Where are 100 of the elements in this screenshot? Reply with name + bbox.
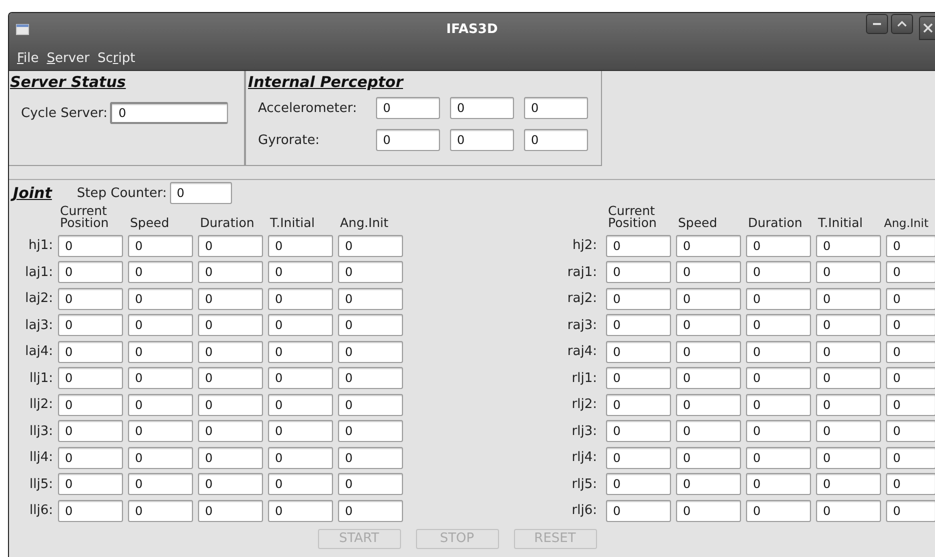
input-field[interactable]: 0 <box>676 261 741 283</box>
input-field[interactable]: 0 <box>886 314 935 336</box>
input-field[interactable]: 0 <box>198 446 263 468</box>
input-field[interactable]: 0 <box>886 394 935 416</box>
input-field[interactable]: 0 <box>746 500 811 522</box>
input-field[interactable]: 0 <box>128 261 193 283</box>
input-field[interactable]: 0 <box>338 446 403 468</box>
input-field[interactable]: 0 <box>128 394 193 416</box>
input-field[interactable]: 0 <box>198 394 263 416</box>
input-field[interactable]: 0 <box>886 261 935 283</box>
input-field[interactable]: 0 <box>606 394 671 416</box>
input-field[interactable]: 0 <box>170 182 232 204</box>
input-field[interactable]: 0 <box>816 261 881 283</box>
input-field[interactable]: 0 <box>268 420 333 442</box>
input-field[interactable]: 0 <box>338 473 403 495</box>
input-field[interactable]: 0 <box>606 288 671 310</box>
input-field[interactable]: 0 <box>676 314 741 336</box>
input-field[interactable]: 0 <box>376 97 440 119</box>
input-field[interactable]: 0 <box>816 340 881 362</box>
input-field[interactable]: 0 <box>198 288 263 310</box>
input-field[interactable]: 0 <box>450 97 514 119</box>
input-field[interactable]: 0 <box>268 340 333 362</box>
input-field[interactable]: 0 <box>886 420 935 442</box>
input-field[interactable]: 0 <box>268 314 333 336</box>
input-field[interactable]: 0 <box>58 500 123 522</box>
input-field[interactable]: 0 <box>676 500 741 522</box>
input-field[interactable]: 0 <box>676 288 741 310</box>
input-field[interactable]: 0 <box>816 500 881 522</box>
input-field[interactable]: 0 <box>58 473 123 495</box>
input-field[interactable]: 0 <box>606 261 671 283</box>
input-field[interactable]: 0 <box>128 288 193 310</box>
input-field[interactable]: 0 <box>268 261 333 283</box>
input-field[interactable]: 0 <box>268 446 333 468</box>
input-field[interactable]: 0 <box>524 129 588 151</box>
input-field[interactable]: 0 <box>606 367 671 389</box>
input-field[interactable]: 0 <box>268 500 333 522</box>
input-field[interactable]: 0 <box>606 234 671 256</box>
input-field[interactable]: 0 <box>338 367 403 389</box>
input-field[interactable]: 0 <box>376 129 440 151</box>
input-field[interactable]: 0 <box>606 473 671 495</box>
input-field[interactable]: 0 <box>746 234 811 256</box>
input-field[interactable]: 0 <box>886 340 935 362</box>
input-field[interactable]: 0 <box>816 367 881 389</box>
input-field[interactable]: 0 <box>676 446 741 468</box>
input-field[interactable]: 0 <box>746 288 811 310</box>
input-field[interactable]: 0 <box>676 367 741 389</box>
input-field[interactable]: 0 <box>338 394 403 416</box>
input-field[interactable]: 0 <box>198 261 263 283</box>
input-field[interactable]: 0 <box>58 234 123 256</box>
input-field[interactable]: 0 <box>128 446 193 468</box>
input-field[interactable]: 0 <box>886 367 935 389</box>
input-field[interactable]: 0 <box>268 367 333 389</box>
input-field[interactable]: 0 <box>746 420 811 442</box>
input-field[interactable]: 0 <box>268 234 333 256</box>
input-field[interactable]: 0 <box>128 473 193 495</box>
input-field[interactable]: 0 <box>746 473 811 495</box>
input-field[interactable]: 0 <box>338 314 403 336</box>
minimize-button[interactable] <box>866 14 888 34</box>
input-field[interactable]: 0 <box>816 394 881 416</box>
input-field[interactable]: 0 <box>338 288 403 310</box>
input-field[interactable]: 0 <box>606 446 671 468</box>
input-field[interactable]: 0 <box>338 261 403 283</box>
input-field[interactable]: 0 <box>886 473 935 495</box>
input-field[interactable]: 0 <box>198 420 263 442</box>
input-field[interactable]: 0 <box>746 314 811 336</box>
input-field[interactable]: 0 <box>450 129 514 151</box>
input-field[interactable]: 0 <box>110 102 228 124</box>
input-field[interactable]: 0 <box>198 340 263 362</box>
input-field[interactable]: 0 <box>746 446 811 468</box>
input-field[interactable]: 0 <box>816 234 881 256</box>
input-field[interactable]: 0 <box>128 340 193 362</box>
input-field[interactable]: 0 <box>58 314 123 336</box>
input-field[interactable]: 0 <box>58 446 123 468</box>
input-field[interactable]: 0 <box>338 340 403 362</box>
input-field[interactable]: 0 <box>58 394 123 416</box>
input-field[interactable]: 0 <box>886 288 935 310</box>
input-field[interactable]: 0 <box>268 473 333 495</box>
input-field[interactable]: 0 <box>198 473 263 495</box>
input-field[interactable]: 0 <box>338 234 403 256</box>
input-field[interactable]: 0 <box>746 394 811 416</box>
close-button[interactable] <box>919 16 935 40</box>
input-field[interactable]: 0 <box>816 420 881 442</box>
input-field[interactable]: 0 <box>128 314 193 336</box>
input-field[interactable]: 0 <box>606 340 671 362</box>
maximize-button[interactable] <box>891 14 913 34</box>
input-field[interactable]: 0 <box>128 367 193 389</box>
input-field[interactable]: 0 <box>268 394 333 416</box>
input-field[interactable]: 0 <box>58 340 123 362</box>
input-field[interactable]: 0 <box>676 234 741 256</box>
input-field[interactable]: 0 <box>524 97 588 119</box>
input-field[interactable]: 0 <box>128 500 193 522</box>
input-field[interactable]: 0 <box>816 473 881 495</box>
input-field[interactable]: 0 <box>198 234 263 256</box>
input-field[interactable]: 0 <box>198 314 263 336</box>
input-field[interactable]: 0 <box>58 288 123 310</box>
input-field[interactable]: 0 <box>128 234 193 256</box>
input-field[interactable]: 0 <box>268 288 333 310</box>
input-field[interactable]: 0 <box>676 394 741 416</box>
input-field[interactable]: 0 <box>746 367 811 389</box>
input-field[interactable]: 0 <box>58 367 123 389</box>
